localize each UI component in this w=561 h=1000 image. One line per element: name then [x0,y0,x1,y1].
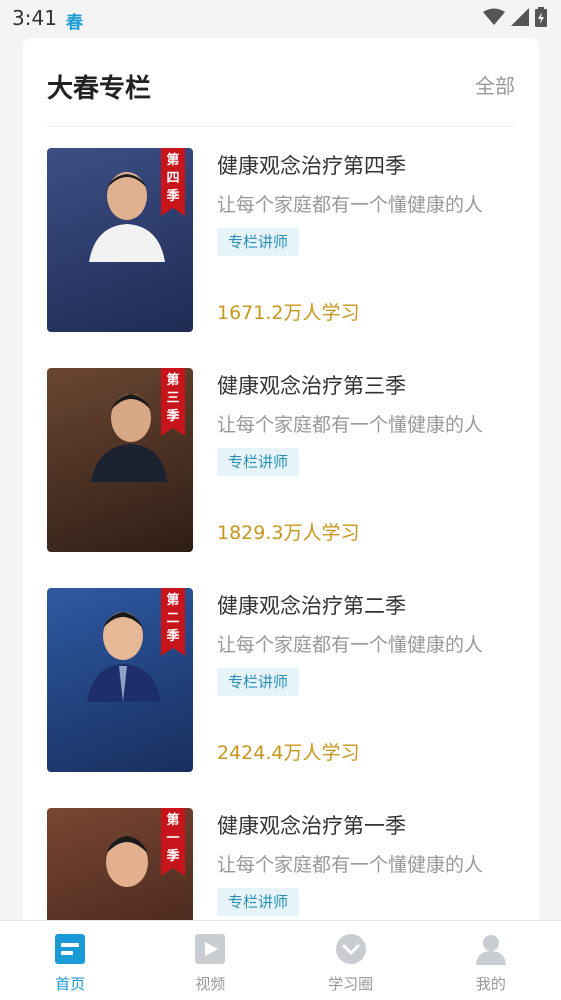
course-cover-image[interactable]: 第二季 [47,588,193,772]
tab-label: 我的 [475,975,506,993]
course-item[interactable]: 第四季 健康观念治疗第四季 让每个家庭都有一个懂健康的人 专栏讲师 1671.2… [47,148,515,368]
season-ribbon: 第一季 [161,808,185,876]
lecturer-portrait [89,172,165,262]
lecturer-tag: 专栏讲师 [217,448,300,476]
lecturer-portrait [87,612,161,702]
view-all-link[interactable]: 全部 [475,70,515,99]
lecturer-tag: 专栏讲师 [217,668,300,696]
tab-label: 学习圈 [328,975,374,993]
section-title: 大春专栏 [47,74,152,104]
battery-icon [535,7,547,27]
learner-count: 1671.2万人学习 [217,302,360,324]
lecturer-tag: 专栏讲师 [217,888,300,916]
learner-count: 2424.4万人学习 [217,742,360,764]
course-cover-image[interactable]: 第四季 [47,148,193,332]
course-title[interactable]: 健康观念治疗第二季 [217,590,406,620]
course-title[interactable]: 健康观念治疗第一季 [217,810,406,840]
course-title[interactable]: 健康观念治疗第四季 [217,150,406,180]
tab-label: 视频 [195,975,226,993]
season-ribbon: 第四季 [161,148,185,216]
signal-icon [511,8,529,26]
course-item[interactable]: 第一季 健康观念治疗第一季 让每个家庭都有一个懂健康的人 专栏讲师 [47,808,515,938]
status-time: 3:41 [12,6,57,30]
column-card: 大春专栏 全部 第四季 健康观念治疗第四季 让每个家庭都有一个懂健康的人 专栏讲… [23,38,539,938]
learner-count: 1829.3万人学习 [217,522,360,544]
course-title[interactable]: 健康观念治疗第三季 [217,370,406,400]
course-subtitle: 让每个家庭都有一个懂健康的人 [217,194,484,216]
tab-home[interactable]: 首页 [0,921,140,1000]
course-item[interactable]: 第三季 健康观念治疗第三季 让每个家庭都有一个懂健康的人 专栏讲师 1829.3… [47,368,515,588]
user-icon [475,935,506,965]
season-ribbon: 第二季 [161,588,185,656]
home-doc-icon [55,934,86,964]
tab-label: 首页 [55,975,86,993]
app-notification-icon: 春 [66,13,83,33]
chevron-circle-icon [335,934,366,964]
status-indicators [483,7,547,27]
course-item[interactable]: 第二季 健康观念治疗第二季 让每个家庭都有一个懂健康的人 专栏讲师 2424.4… [47,588,515,808]
section-header: 大春专栏 全部 [47,64,515,127]
video-play-icon [195,934,226,964]
course-subtitle: 让每个家庭都有一个懂健康的人 [217,414,484,436]
status-bar: 3:41 春 [0,0,561,38]
course-cover-image[interactable]: 第三季 [47,368,193,552]
tab-video[interactable]: 视频 [140,921,280,1000]
course-subtitle: 让每个家庭都有一个懂健康的人 [217,634,484,656]
wifi-icon [483,8,505,25]
lecturer-tag: 专栏讲师 [217,228,300,256]
tab-study-circle[interactable]: 学习圈 [281,921,421,1000]
bottom-tab-bar: 首页 视频 学习圈 我的 [0,920,561,1000]
course-list: 第四季 健康观念治疗第四季 让每个家庭都有一个懂健康的人 专栏讲师 1671.2… [47,148,515,938]
course-cover-image[interactable]: 第一季 [47,808,193,938]
lecturer-portrait [106,836,148,887]
course-subtitle: 让每个家庭都有一个懂健康的人 [217,854,484,876]
season-ribbon: 第三季 [161,368,185,436]
tab-profile[interactable]: 我的 [421,921,561,1000]
lecturer-portrait [91,394,167,482]
